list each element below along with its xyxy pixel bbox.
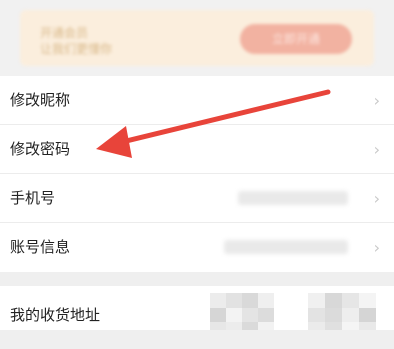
account-value-redacted bbox=[224, 240, 348, 254]
group-divider bbox=[0, 272, 394, 286]
settings-row-account-info[interactable]: 账号信息 › bbox=[0, 223, 394, 272]
phone-value-redacted bbox=[238, 191, 348, 205]
banner-subtitle: 让我们更懂你 bbox=[40, 42, 113, 56]
settings-row-label: 修改昵称 bbox=[10, 91, 71, 109]
settings-row-label: 修改密码 bbox=[10, 140, 71, 158]
membership-banner[interactable]: 开通会员 让我们更懂你 立即开通 bbox=[20, 10, 374, 66]
account-settings-list: 修改昵称 › 修改密码 › 手机号 › 账号信息 › 我的收货地址 bbox=[0, 76, 394, 344]
chevron-right-icon: › bbox=[373, 189, 380, 208]
settings-row-password[interactable]: 修改密码 › bbox=[0, 125, 394, 174]
chevron-right-icon: › bbox=[373, 91, 380, 110]
settings-row-nickname[interactable]: 修改昵称 › bbox=[0, 76, 394, 125]
chevron-right-icon: › bbox=[373, 140, 380, 159]
settings-row-label: 手机号 bbox=[10, 189, 56, 207]
banner-title: 开通会员 bbox=[40, 26, 89, 40]
settings-row-label: 账号信息 bbox=[10, 238, 71, 256]
banner-action-button[interactable]: 立即开通 bbox=[240, 24, 352, 54]
settings-row-phone[interactable]: 手机号 › bbox=[0, 174, 394, 223]
top-section: 开通会员 让我们更懂你 立即开通 bbox=[0, 0, 394, 76]
bottom-spacer bbox=[0, 330, 394, 349]
chevron-right-icon: › bbox=[373, 238, 380, 257]
